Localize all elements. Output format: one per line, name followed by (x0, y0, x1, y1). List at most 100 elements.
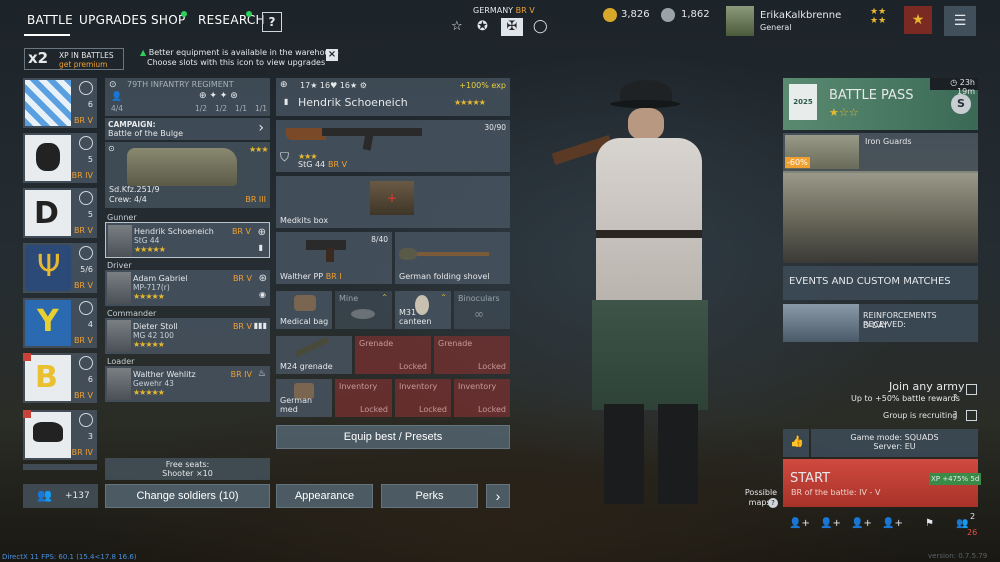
notice-line1: Better equipment is available in the war… (148, 48, 339, 57)
tab-research[interactable]: RESEARCH (198, 13, 265, 27)
vehicle-badge-icon: ⊙ (108, 144, 115, 153)
events-button[interactable]: EVENTS AND CUSTOM MATCHES (783, 266, 978, 300)
next-page-button[interactable]: › (486, 484, 510, 508)
army-card[interactable]: B 6 BR V (23, 353, 97, 403)
campaign-selector[interactable]: CAMPAIGN: Battle of the Bulge › (105, 118, 270, 140)
canteen-slot[interactable]: M31 canteen ⌃ (395, 291, 451, 329)
shovel-image (409, 252, 489, 256)
soldier-portrait (107, 368, 131, 400)
locked-label: Locked (399, 362, 427, 371)
soldier-header-name: Hendrik Schoeneich (298, 96, 408, 109)
join-army-checkbox[interactable] (966, 384, 977, 395)
inventory-locked-slot[interactable]: Inventory Locked (454, 379, 510, 417)
start-button[interactable]: START BR of the battle: IV - V (783, 459, 929, 507)
invite-player-icon[interactable]: 👤+ (851, 518, 872, 529)
tab-battle[interactable]: BATTLE (27, 13, 73, 27)
game-mode-selector[interactable]: Game mode: SQUADS Server: EU (811, 429, 978, 457)
equip-best-button[interactable]: Equip best / Presets (276, 425, 510, 449)
locked-slot-title: Grenade (359, 339, 394, 348)
invite-player-icon[interactable]: 👤+ (882, 518, 903, 529)
locked-label: Locked (360, 405, 388, 414)
soldier-row[interactable]: Adam Gabriel MP-717(r) ★★★★★ BR V ⊛ ◉ (105, 270, 270, 306)
close-icon[interactable]: × (326, 49, 338, 61)
store-offer-card[interactable]: -60% Iron Guards (783, 133, 978, 263)
events-label: EVENTS AND CUSTOM MATCHES (789, 276, 951, 287)
canteen-label: M31 canteen (399, 308, 432, 326)
army-br: BR V (73, 281, 93, 290)
machinegun-icon (79, 301, 93, 315)
get-premium-link[interactable]: get premium (59, 60, 107, 69)
army-card[interactable]: 5 BR IV (23, 133, 97, 183)
soldier-row[interactable]: Dieter Stoll MG 42 100 ★★★★★ BR V ▮▮▮ (105, 318, 270, 354)
army-card-partial[interactable] (23, 464, 97, 470)
maps-help-icon[interactable]: ? (768, 498, 778, 508)
inventory-locked-slot[interactable]: Inventory Locked (335, 379, 392, 417)
locked-slot-title: Inventory (399, 382, 438, 391)
profile[interactable]: ErikaKalkbrenne General ★★ ★★ (726, 6, 896, 38)
locked-label: Locked (419, 405, 447, 414)
grenade-slot[interactable]: M24 grenade (276, 336, 352, 374)
medkit-box-image: + (370, 181, 414, 215)
vehicle-card[interactable]: ⊙ ★★★ Sd.Kfz.251/9 Crew: 4/4 BR III (105, 142, 270, 208)
army-card[interactable]: 3 BR IV (23, 410, 97, 460)
grenade-locked-slot[interactable]: Grenade Locked (434, 336, 510, 374)
like-button[interactable]: 👍 (783, 429, 809, 457)
medkit-slot[interactable]: + Medkits box (276, 176, 510, 228)
recruiting-checkbox[interactable] (966, 410, 977, 421)
rank-insignia-icon[interactable]: ★ (904, 6, 932, 34)
invite-player-icon[interactable]: 👤+ (789, 518, 810, 529)
group-count: 2 (970, 512, 976, 521)
binoculars-slot[interactable]: Binoculars ∞ (454, 291, 510, 329)
perks-button[interactable]: Perks (381, 484, 478, 508)
wrench-icon (79, 81, 93, 95)
secondary-weapon-slot[interactable]: 8/40 Walther PP BR I (276, 232, 392, 284)
campaign-name: Battle of the Bulge (108, 129, 184, 138)
ammo-icon: ▮ (258, 243, 263, 252)
primary-weapon-slot[interactable]: 30/90 ⛉ ★★★ StG 44 BR V (276, 120, 510, 172)
add-circle-icon[interactable]: ⊕ (258, 227, 266, 238)
soldier-name: Hendrik Schoeneich (134, 227, 214, 236)
soldier-stars: ★★★★★ (134, 245, 166, 254)
primary-ammo: 30/90 (484, 123, 506, 132)
change-soldiers-button[interactable]: Change soldiers (10) (105, 484, 270, 508)
xp-bonus: +475% 5d (942, 475, 980, 483)
army-card[interactable]: 6 BR V (23, 78, 97, 128)
mine-slot[interactable]: Mine ⌃ (335, 291, 392, 329)
inventory-locked-slot[interactable]: Inventory Locked (395, 379, 451, 417)
xp-banner[interactable]: x2 XP IN BATTLES get premium (24, 48, 124, 70)
grenade-locked-slot[interactable]: Grenade Locked (355, 336, 431, 374)
germany-cross-icon[interactable]: ✠ (501, 18, 523, 36)
soldier-row[interactable]: Walther Wehlitz Gewehr 43 ★★★★★ BR IV ♨ (105, 366, 270, 402)
army-card[interactable]: Y 4 BR V (23, 298, 97, 348)
help-button[interactable]: ? (262, 12, 282, 32)
join-army-subtitle: Up to +50% battle rewards (851, 394, 960, 403)
reinforcements-card[interactable]: REINFORCEMENTS RECEIVED: D-DAY (783, 304, 978, 342)
invite-player-icon[interactable]: 👤+ (820, 518, 841, 529)
ussr-circle-icon[interactable]: ◯ (533, 19, 548, 34)
appearance-button[interactable]: Appearance (276, 484, 373, 508)
shovel-slot[interactable]: German folding shovel (395, 232, 510, 284)
army-count: 4 (87, 320, 93, 329)
soldier-br: BR V (231, 227, 251, 236)
game-mode-label: Game mode: SQUADS (850, 433, 939, 442)
german-med-slot[interactable]: German med (276, 379, 332, 417)
army-card[interactable]: Ψ 5/6 BR V (23, 243, 97, 293)
help-circle-icon[interactable]: ? (953, 393, 957, 402)
vehicle-name: Sd.Kfz.251/9 (109, 185, 160, 194)
locked-label: Locked (478, 405, 506, 414)
start-button-extension[interactable]: XP +475% 5d (929, 459, 982, 507)
class-ratio: 1/2 (215, 104, 228, 113)
menu-icon[interactable]: ☰ (944, 6, 976, 36)
tab-upgrades[interactable]: UPGRADES (79, 13, 147, 27)
soldier-header: ⊕ 17★ 16♥ 16★ ⚙ +100% exp ▮ Hendrik Scho… (276, 78, 510, 116)
soldier-role: Commander (107, 309, 157, 318)
army-card[interactable]: D 5 BR V (23, 188, 97, 238)
allies-star-icon[interactable]: ✪ (477, 19, 488, 34)
army-reserve-button[interactable]: 👥 +137 (23, 484, 98, 508)
medical-bag-slot[interactable]: Medical bag (276, 291, 332, 329)
flag-icon[interactable]: ⚑ (925, 518, 934, 529)
bullet-icon: ▮ (284, 97, 289, 106)
help-circle-icon[interactable]: ? (953, 410, 957, 419)
soldier-row-selected[interactable]: Hendrik Schoeneich StG 44 ★★★★★ BR V ⊕ ▮ (105, 222, 270, 258)
star-outline-icon[interactable]: ☆ (451, 19, 463, 34)
